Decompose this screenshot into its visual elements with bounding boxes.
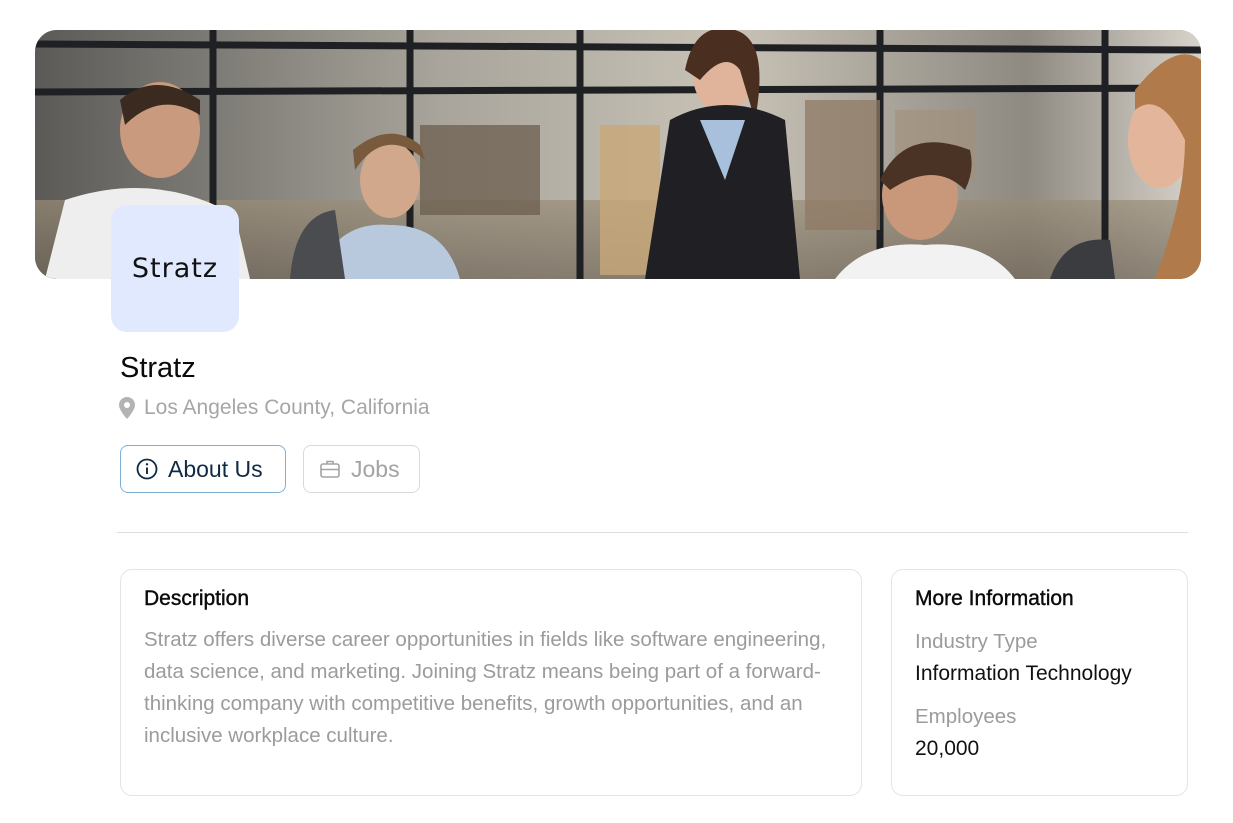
more-information-card: More Information Industry Type Informati… — [891, 569, 1188, 796]
tab-jobs-label: Jobs — [351, 455, 400, 482]
company-name: Stratz — [120, 352, 196, 384]
description-card: Description Stratz offers diverse career… — [120, 569, 862, 796]
tab-about-us[interactable]: About Us — [120, 445, 286, 493]
location-pin-icon — [119, 397, 135, 419]
industry-type-value: Information Technology — [915, 662, 1132, 685]
section-divider — [117, 532, 1188, 533]
employees-value: 20,000 — [915, 737, 980, 760]
tab-about-us-label: About Us — [168, 455, 263, 482]
employees-label: Employees — [915, 705, 1017, 728]
company-logo: Stratz — [111, 205, 239, 332]
company-logo-text: Stratz — [131, 253, 219, 284]
company-location: Los Angeles County, California — [119, 396, 430, 420]
tab-jobs[interactable]: Jobs — [303, 445, 420, 493]
industry-type-label: Industry Type — [915, 630, 1038, 653]
more-information-title: More Information — [915, 587, 1074, 610]
description-title: Description — [144, 587, 250, 610]
info-circle-icon — [136, 458, 158, 480]
location-text: Los Angeles County, California — [144, 396, 430, 419]
briefcase-icon — [319, 458, 341, 480]
description-text: Stratz offers diverse career opportuniti… — [144, 628, 827, 747]
